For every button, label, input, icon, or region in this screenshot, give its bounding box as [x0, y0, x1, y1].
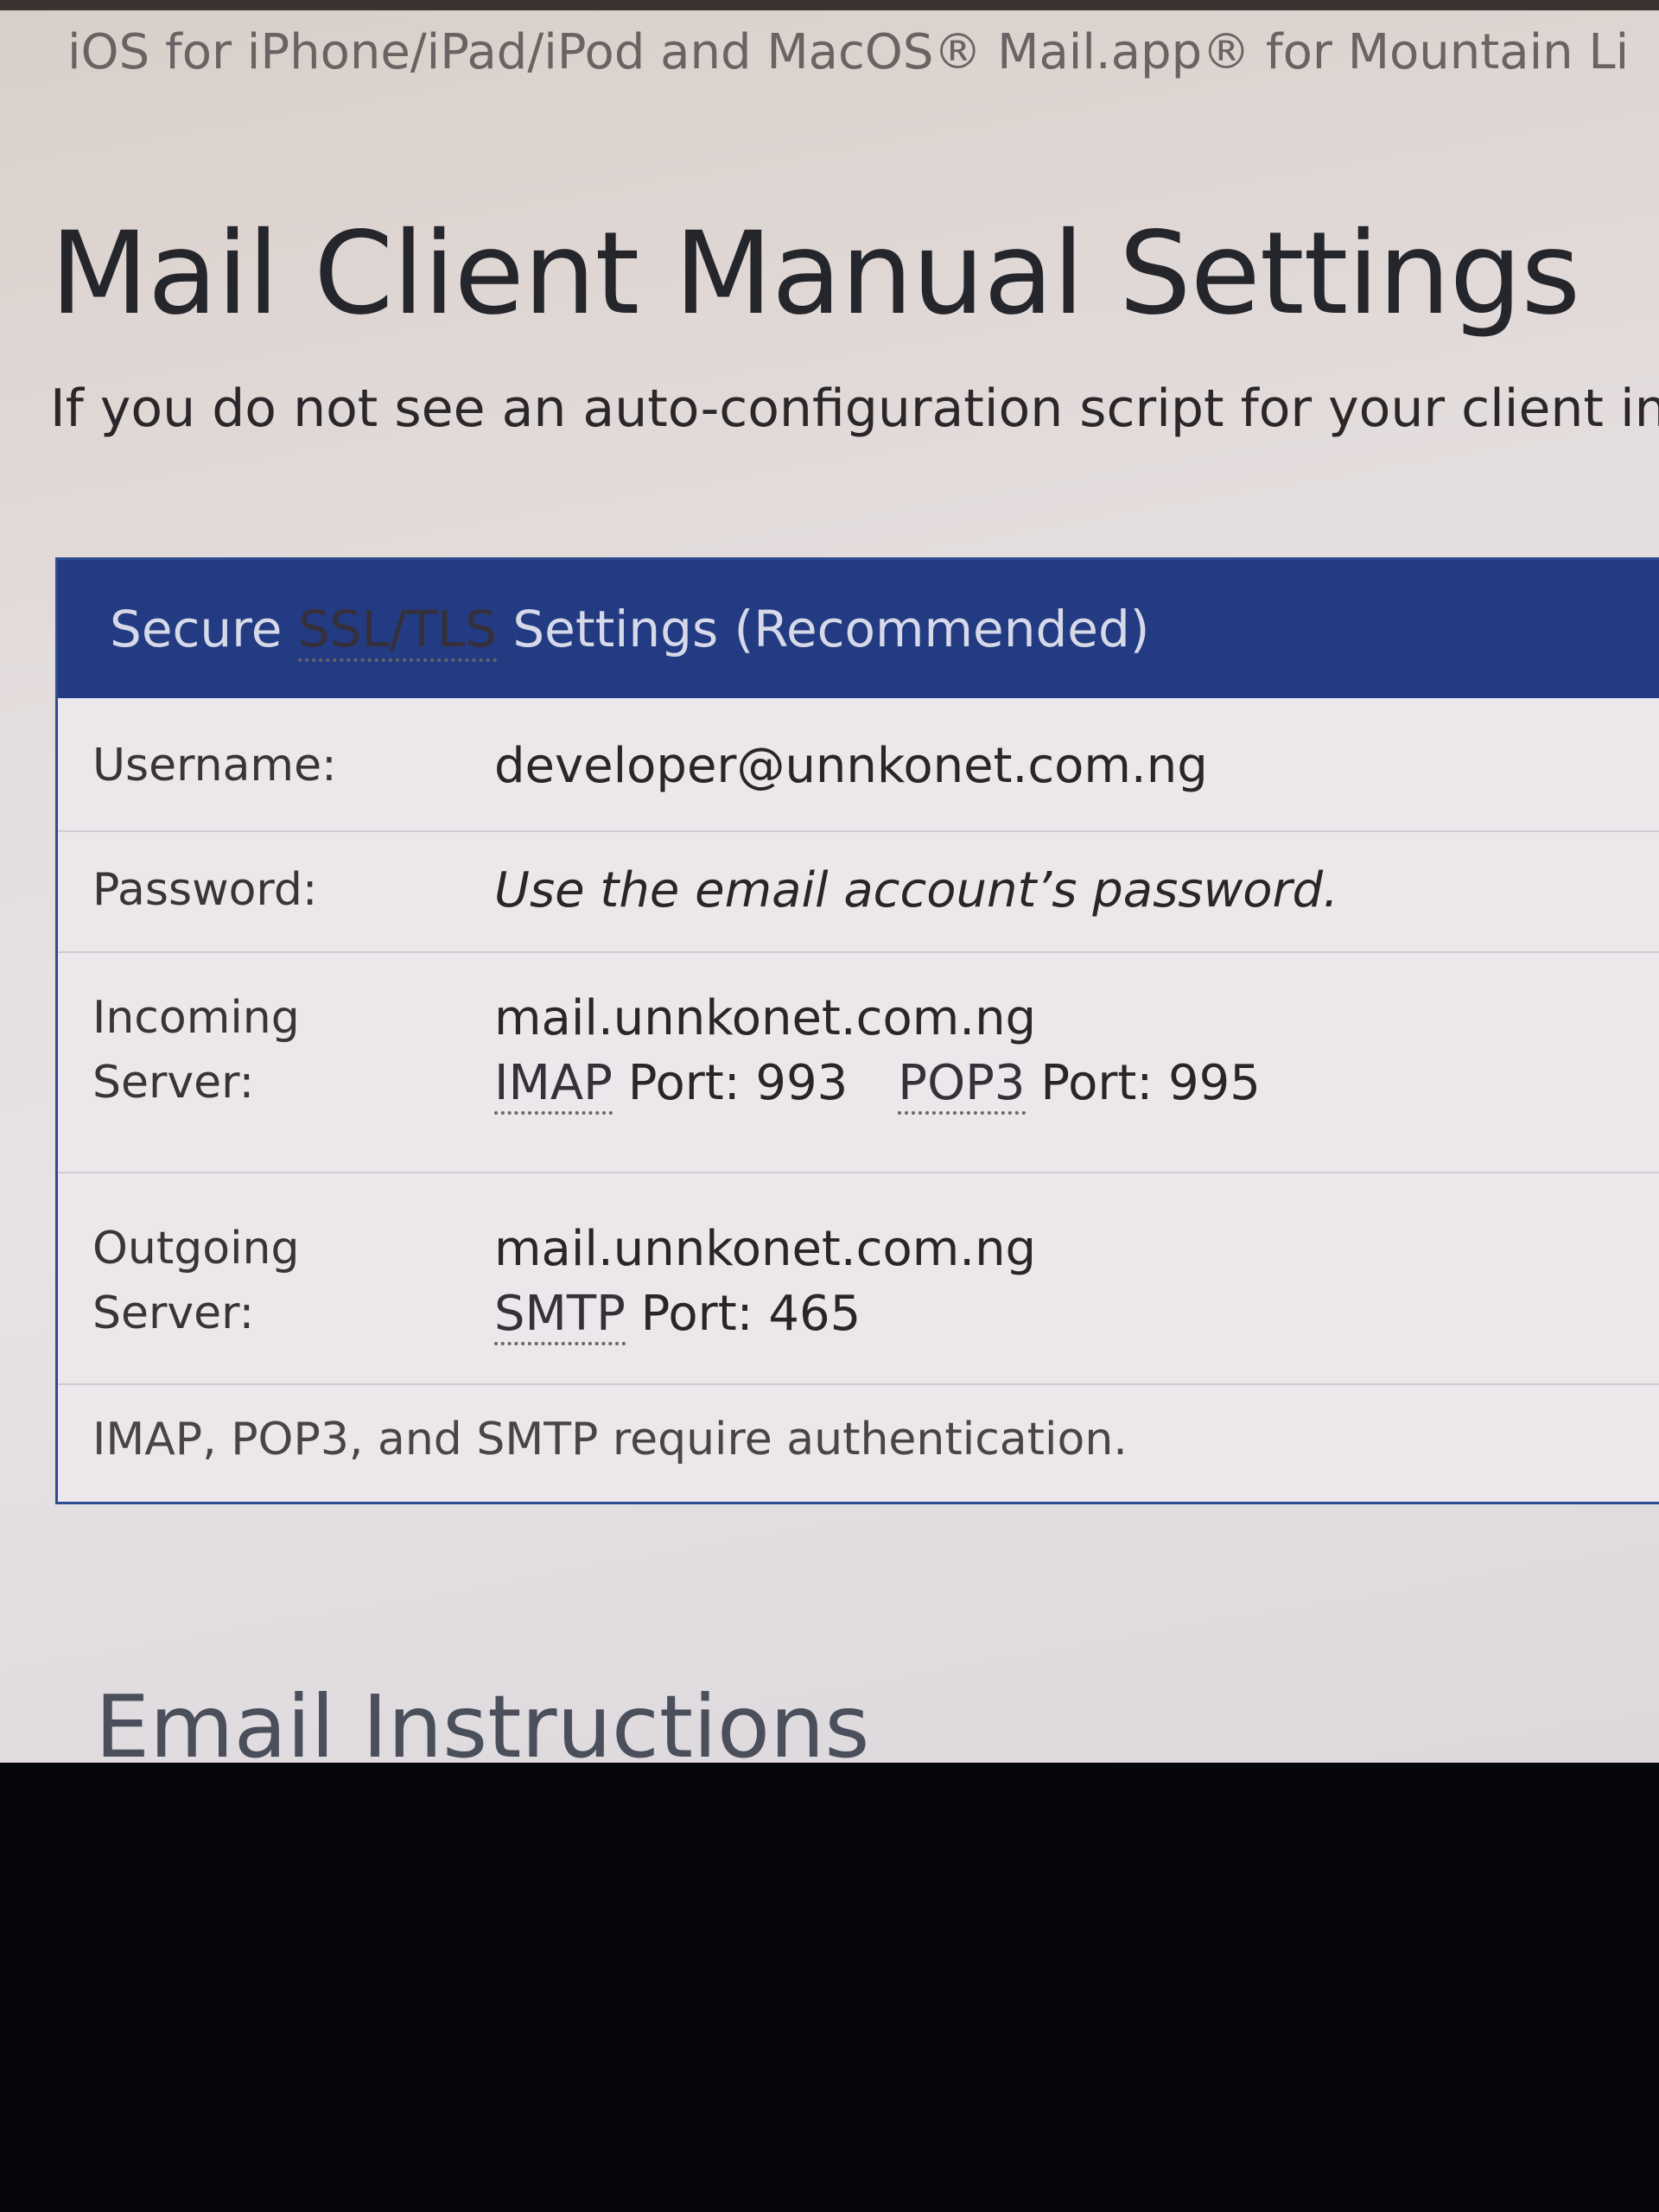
username-row: Username: developer@unnkonet.com.ng: [58, 701, 1659, 832]
outgoing-label-line1: Outgoing: [92, 1223, 300, 1274]
smtp-abbr[interactable]: SMTP: [494, 1286, 626, 1345]
password-label: Password:: [92, 864, 318, 916]
imap-abbr[interactable]: IMAP: [494, 1055, 613, 1115]
pop3-abbr[interactable]: POP3: [898, 1055, 1026, 1115]
panel-header-title: Secure SSL/TLS Settings (Recommended): [110, 600, 1150, 662]
ssl-tls-abbr[interactable]: SSL/TLS: [297, 600, 497, 662]
imap-port: Port: 993: [612, 1055, 849, 1111]
monitor-bezel: [0, 1763, 1659, 2212]
incoming-value: mail.unnkonet.com.ng IMAP Port: 993 POP3 …: [494, 986, 1261, 1116]
panel-header: Secure SSL/TLS Settings (Recommended): [58, 560, 1659, 698]
browser-page: iOS for iPhone/iPad/iPod and MacOS® Mail…: [0, 0, 1659, 1771]
outgoing-host: mail.unnkonet.com.ng: [494, 1221, 1037, 1277]
outgoing-label-line2: Server:: [92, 1287, 255, 1339]
outgoing-value: mail.unnkonet.com.ng SMTP Port: 465: [494, 1217, 1036, 1346]
page-title: Mail Client Manual Settings: [50, 207, 1580, 340]
breadcrumb-link[interactable]: iOS for iPhone/iPad/iPod and MacOS® Mail…: [67, 24, 1629, 80]
top-strip: [0, 0, 1659, 10]
username-label: Username:: [92, 740, 337, 791]
password-row: Password: Use the email account’s passwo…: [58, 830, 1659, 953]
incoming-label-line2: Server:: [92, 1057, 255, 1109]
outgoing-server-row: Outgoing Server: mail.unnkonet.com.ng SM…: [58, 1172, 1659, 1385]
pop3-port: Port: 995: [1025, 1055, 1261, 1111]
intro-text: If you do not see an auto-configuration …: [50, 378, 1659, 439]
outgoing-ports: SMTP Port: 465: [494, 1281, 1036, 1346]
authentication-note: IMAP, POP3, and SMTP require authenticat…: [92, 1414, 1128, 1465]
incoming-label-line1: Incoming: [92, 992, 300, 1044]
incoming-server-row: Incoming Server: mail.unnkonet.com.ng IM…: [58, 951, 1659, 1173]
username-value: developer@unnkonet.com.ng: [494, 738, 1208, 794]
header-prefix: Secure: [110, 600, 298, 658]
email-instructions-heading: Email Instructions: [95, 1676, 870, 1771]
incoming-ports: IMAP Port: 993 POP3 Port: 995: [494, 1051, 1261, 1116]
incoming-host: mail.unnkonet.com.ng: [494, 990, 1037, 1046]
secure-settings-panel: Secure SSL/TLS Settings (Recommended) Us…: [55, 557, 1659, 1504]
outgoing-label: Outgoing Server:: [92, 1217, 300, 1346]
password-value: Use the email account’s password.: [494, 862, 1338, 918]
header-suffix: Settings (Recommended): [496, 600, 1150, 658]
smtp-port: Port: 465: [625, 1286, 861, 1342]
incoming-label: Incoming Server:: [92, 986, 300, 1116]
